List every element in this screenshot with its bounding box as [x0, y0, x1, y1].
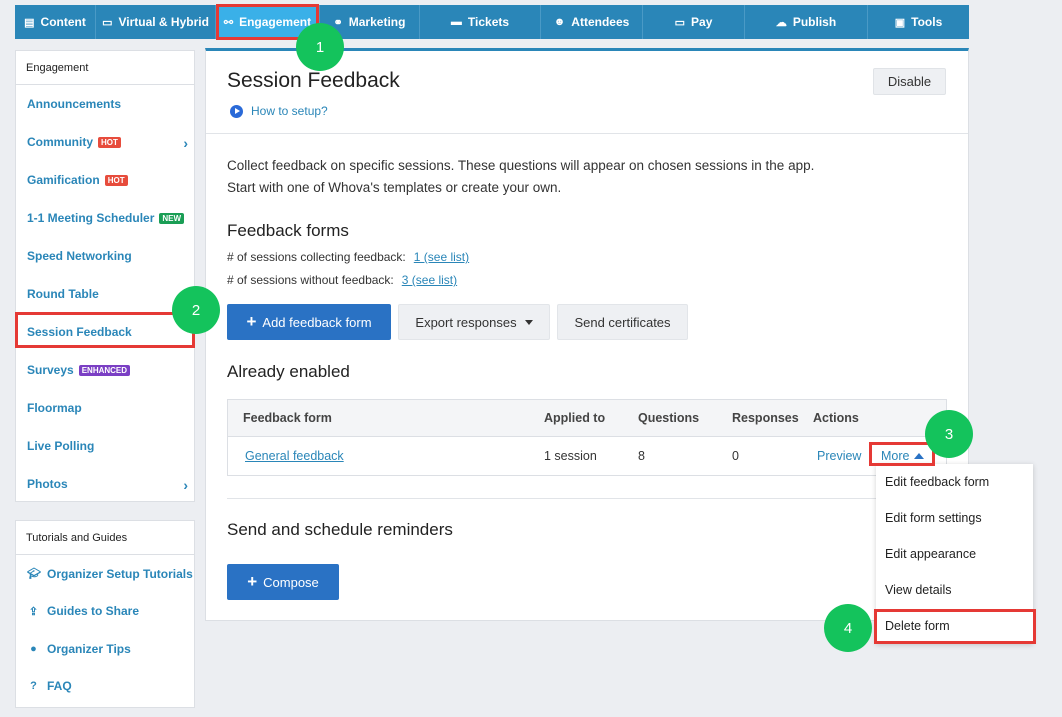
tutorial-item-setup[interactable]: 🎓︎ Organizer Setup Tutorials: [16, 555, 194, 593]
disable-button[interactable]: Disable: [873, 68, 946, 95]
question-icon: ?: [30, 680, 37, 693]
nav-tickets[interactable]: ▬ Tickets: [420, 5, 541, 39]
main-panel: Session Feedback How to setup? Disable C…: [205, 48, 969, 621]
divider: [227, 498, 946, 499]
tutorials-sidebar: Tutorials and Guides 🎓︎ Organizer Setup T…: [15, 520, 195, 708]
nav-publish[interactable]: ☁ Publish: [745, 5, 868, 39]
cloud-upload-icon: ☁: [775, 16, 787, 29]
divider: [206, 133, 968, 134]
list-icon: ▤: [24, 16, 35, 29]
nav-pay[interactable]: ▭ Pay: [643, 5, 745, 39]
ticket-icon: ▬: [450, 16, 462, 28]
sidebar-item-community[interactable]: Community HOT ›: [16, 123, 194, 161]
without-see-list-link[interactable]: 3 (see list): [402, 273, 457, 287]
laptop-icon: ▭: [102, 16, 113, 29]
nav-tools[interactable]: ▣ Tools: [868, 5, 969, 39]
table-header: Feedback form Applied to Questions Respo…: [228, 400, 946, 437]
form-name-link[interactable]: General feedback: [245, 437, 344, 475]
menu-edit-appearance[interactable]: Edit appearance: [876, 536, 1033, 572]
add-feedback-form-button[interactable]: + Add feedback form: [227, 304, 391, 340]
collecting-count: # of sessions collecting feedback: 1 (see…: [227, 250, 470, 264]
collecting-see-list-link[interactable]: 1 (see list): [414, 250, 469, 264]
card-icon: ▭: [674, 16, 686, 29]
export-responses-button[interactable]: Export responses: [398, 304, 550, 340]
step-badge-4: 4: [824, 604, 872, 652]
sidebar-item-photos[interactable]: Photos ›: [16, 465, 194, 503]
sidebar-item-gamification[interactable]: Gamification HOT: [16, 161, 194, 199]
users-icon: ☻: [553, 16, 566, 28]
chevron-right-icon: ›: [183, 135, 188, 151]
hot-badge: HOT: [98, 136, 121, 148]
description: Collect feedback on specific sessions. T…: [227, 158, 815, 195]
nav-virtual-hybrid[interactable]: ▭ Virtual & Hybrid: [96, 5, 216, 39]
without-count: # of sessions without feedback: 3 (see li…: [227, 273, 458, 287]
menu-edit-form-settings[interactable]: Edit form settings: [876, 500, 1033, 536]
new-badge: NEW: [159, 212, 185, 224]
graduation-cap-icon: 🎓︎: [27, 568, 41, 581]
col-questions: Questions: [638, 411, 700, 425]
sidebar-item-live-polling[interactable]: Live Polling: [16, 427, 194, 465]
sidebar-item-speed-networking[interactable]: Speed Networking: [16, 237, 194, 275]
tutorial-item-tips[interactable]: ● Organizer Tips: [16, 630, 194, 668]
reminders-title: Send and schedule reminders: [227, 520, 453, 539]
caret-down-icon: [524, 319, 533, 325]
plus-icon: +: [247, 572, 258, 591]
col-feedback-form: Feedback form: [243, 411, 332, 425]
col-responses: Responses: [732, 411, 799, 425]
feedback-forms-title: Feedback forms: [227, 221, 349, 240]
play-icon: [230, 104, 243, 118]
how-to-link[interactable]: How to setup?: [230, 104, 328, 118]
highlight-more-button: [869, 442, 935, 466]
tutorial-item-guides[interactable]: ⇪ Guides to Share: [16, 593, 194, 631]
sidebar-header: Engagement: [16, 51, 194, 85]
step-badge-3: 3: [925, 410, 973, 458]
col-applied-to: Applied to: [544, 411, 606, 425]
feedback-forms-table: Feedback form Applied to Questions Respo…: [227, 399, 947, 476]
send-certificates-button[interactable]: Send certificates: [557, 304, 688, 340]
engagement-sidebar: Engagement Announcements Community HOT › G…: [15, 50, 195, 502]
sidebar-item-floormap[interactable]: Floormap: [16, 389, 194, 427]
step-badge-1: 1: [296, 23, 344, 71]
menu-edit-feedback-form[interactable]: Edit feedback form: [876, 464, 1033, 500]
already-enabled-title: Already enabled: [227, 362, 350, 381]
nav-content[interactable]: ▤ Content: [15, 5, 96, 39]
step-badge-2: 2: [172, 286, 220, 334]
chevron-right-icon: ›: [183, 477, 188, 493]
megaphone-icon: ⚭: [333, 16, 343, 29]
preview-link[interactable]: Preview: [817, 437, 861, 475]
sidebar-item-announcements[interactable]: Announcements: [16, 85, 194, 123]
menu-view-details[interactable]: View details: [876, 572, 1033, 608]
responses-value: 0: [732, 449, 739, 463]
hot-badge: HOT: [104, 174, 128, 186]
lightbulb-icon: ●: [30, 642, 37, 655]
toolbox-icon: ▣: [894, 16, 906, 29]
top-nav: ▤ Content ▭ Virtual & Hybrid ⚯ Engagement ⚭…: [15, 5, 969, 39]
nav-attendees[interactable]: ☻ Attendees: [541, 5, 643, 39]
tutorials-header: Tutorials and Guides: [16, 521, 194, 555]
highlight-session-feedback: [15, 312, 195, 348]
highlight-delete-form: [874, 609, 1036, 644]
table-row: General feedback 1 session 8 0 Preview M…: [228, 437, 946, 475]
tutorial-item-faq[interactable]: ? FAQ: [16, 668, 194, 706]
applied-to-value: 1 session: [544, 449, 597, 463]
share-icon: ⇪: [28, 605, 39, 618]
enhanced-badge: ENHANCED: [78, 364, 131, 376]
plus-icon: +: [246, 312, 257, 331]
sidebar-item-round-table[interactable]: Round Table: [16, 275, 194, 313]
questions-value: 8: [638, 449, 645, 463]
sidebar-item-surveys[interactable]: Surveys ENHANCED: [16, 351, 194, 389]
compose-button[interactable]: + Compose: [227, 564, 339, 600]
page-title: Session Feedback: [227, 69, 400, 92]
sidebar-item-meeting-scheduler[interactable]: 1-1 Meeting Scheduler NEW: [16, 199, 194, 237]
col-actions: Actions: [813, 411, 859, 425]
